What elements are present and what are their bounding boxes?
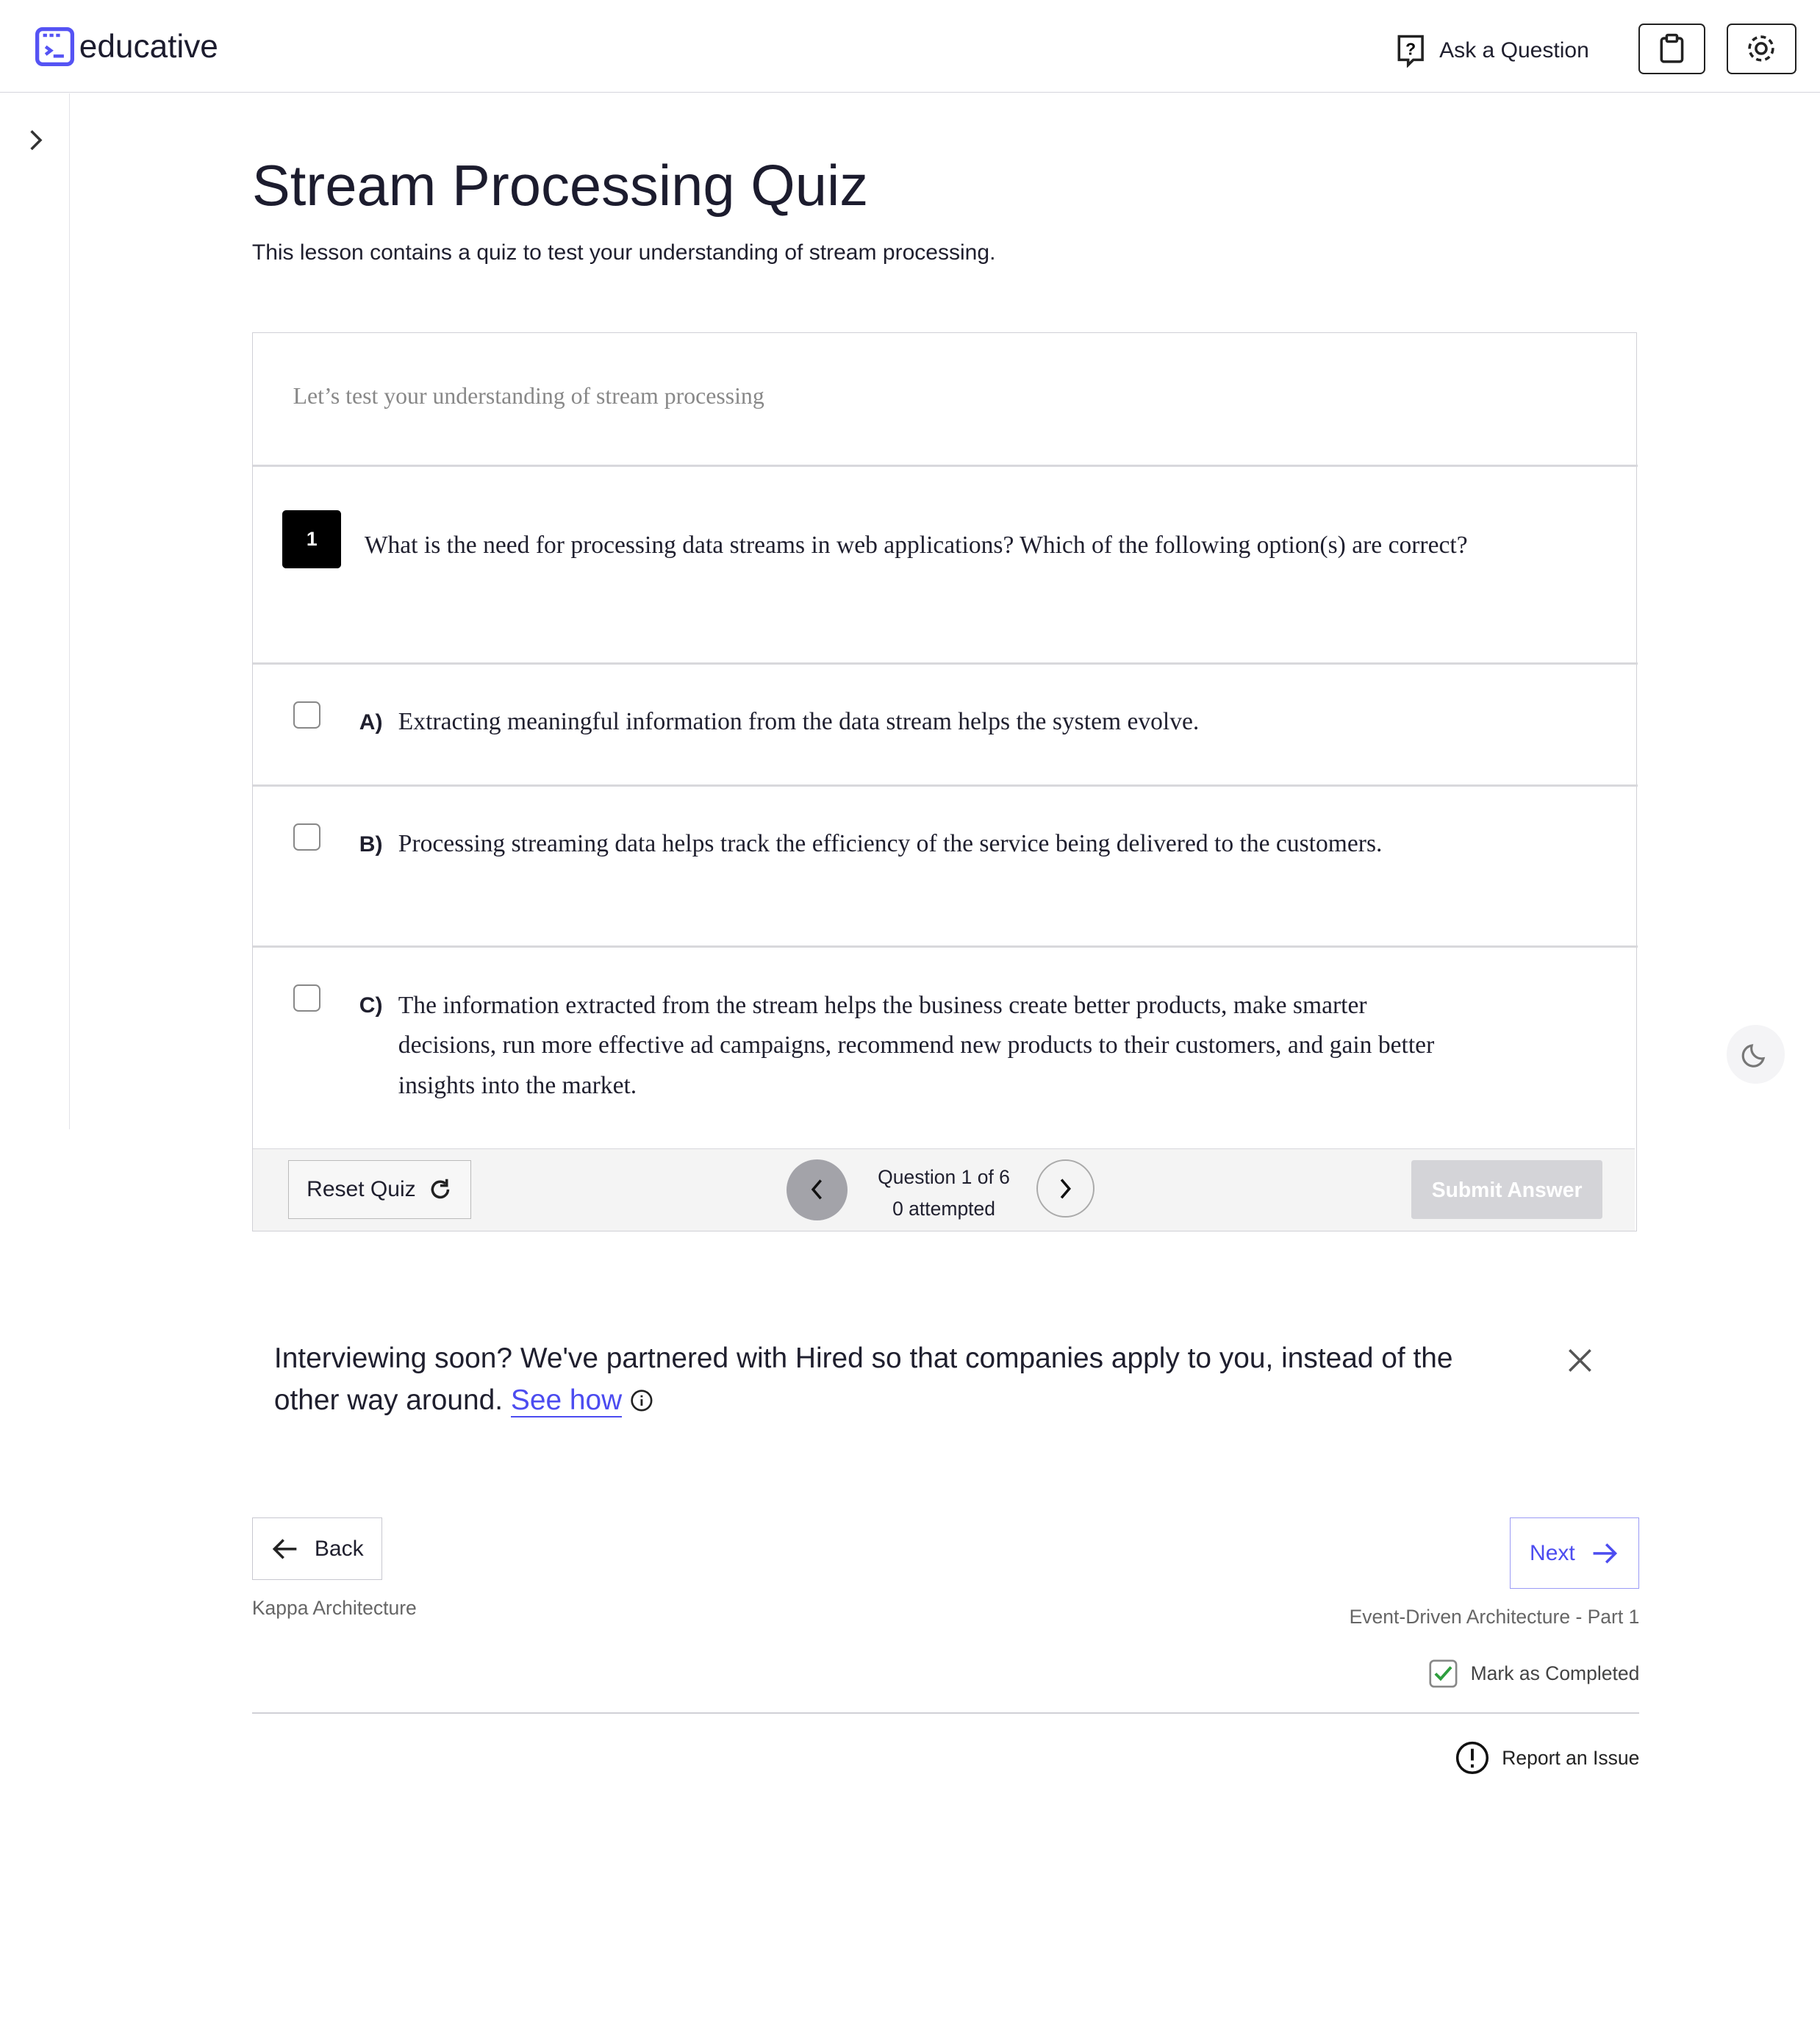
educative-logo-icon <box>35 27 74 67</box>
question-progress: Question 1 of 6 0 attempted <box>853 1162 1034 1224</box>
reset-quiz-label: Reset Quiz <box>307 1177 416 1202</box>
option-label: A) <box>359 709 383 734</box>
option-checkbox[interactable] <box>293 823 320 851</box>
expand-sidebar-button[interactable] <box>24 127 47 158</box>
option-text: Extracting meaningful information from t… <box>398 708 1200 736</box>
option-b[interactable]: B) Processing streaming data helps track… <box>253 787 1638 945</box>
logo[interactable]: educative <box>35 27 218 67</box>
svg-text:?: ? <box>1405 39 1416 58</box>
see-how-link[interactable]: See how <box>510 1384 623 1417</box>
clipboard-icon <box>1660 33 1684 63</box>
logo-text: educative <box>79 28 218 65</box>
report-issue-button[interactable]: Report an Issue <box>1455 1741 1640 1775</box>
chevron-right-icon <box>1060 1178 1071 1198</box>
next-question-button[interactable] <box>1036 1159 1095 1218</box>
back-button[interactable]: Back <box>251 1517 382 1581</box>
quiz-footer: Reset Quiz Question 1 of 6 0 attempted S… <box>252 1148 1636 1231</box>
gear-icon <box>1748 35 1775 62</box>
info-icon <box>631 1389 653 1412</box>
mark-completed[interactable]: Mark as Completed <box>1429 1659 1639 1688</box>
dark-mode-toggle[interactable] <box>1726 1025 1785 1084</box>
sidebar-divider <box>68 93 71 1129</box>
chevron-right-icon <box>30 130 43 151</box>
previous-question-button[interactable] <box>787 1159 848 1220</box>
close-promo-button[interactable] <box>1566 1346 1594 1380</box>
option-a[interactable]: A) Extracting meaningful information fro… <box>253 665 1638 784</box>
arrow-right-icon <box>1593 1543 1618 1564</box>
submit-answer-button[interactable]: Submit Answer <box>1411 1160 1603 1219</box>
next-button[interactable]: Next <box>1509 1517 1640 1590</box>
option-text: The information extracted from the strea… <box>398 991 1435 1100</box>
question-progress-label: Question 1 of 6 <box>878 1166 1010 1189</box>
question-number-badge: 1 <box>282 510 341 569</box>
attempted-count: 0 attempted <box>892 1197 996 1220</box>
refresh-icon <box>431 1179 450 1199</box>
page-subtitle: This lesson contains a quiz to test your… <box>251 240 996 265</box>
back-label: Back <box>314 1536 364 1561</box>
hired-promo: Interviewing soon? We've partnered with … <box>274 1338 1522 1421</box>
alert-icon <box>1455 1742 1488 1775</box>
ask-question-button[interactable]: ? Ask a Question <box>1395 34 1589 68</box>
ask-question-label: Ask a Question <box>1439 37 1589 62</box>
option-checkbox[interactable] <box>293 984 320 1012</box>
option-label: B) <box>359 832 383 857</box>
quiz-widget: Let’s test your understanding of stream … <box>251 332 1638 1232</box>
question-text: What is the need for processing data str… <box>364 531 1468 559</box>
option-checkbox[interactable] <box>293 701 320 729</box>
close-icon <box>1568 1348 1591 1372</box>
option-label: C) <box>359 993 383 1018</box>
option-text: Processing streaming data helps track th… <box>398 830 1383 858</box>
top-header: educative ? Ask a Question <box>0 0 1820 93</box>
previous-lesson-title[interactable]: Kappa Architecture <box>252 1597 417 1620</box>
divider <box>252 464 1638 468</box>
chevron-left-icon <box>812 1179 823 1200</box>
settings-button[interactable] <box>1726 23 1797 74</box>
arrow-left-icon <box>272 1539 297 1559</box>
report-issue-label: Report an Issue <box>1502 1746 1640 1769</box>
clipboard-button[interactable] <box>1638 23 1706 74</box>
next-lesson-title[interactable]: Event-Driven Architecture - Part 1 <box>1350 1606 1640 1628</box>
promo-text: Interviewing soon? We've partnered with … <box>273 1342 1453 1416</box>
option-c[interactable]: C) The information extracted from the st… <box>253 948 1638 1148</box>
reset-quiz-button[interactable]: Reset Quiz <box>287 1160 471 1219</box>
next-label: Next <box>1530 1540 1575 1565</box>
divider <box>251 1712 1640 1715</box>
moon-icon <box>1741 1043 1766 1068</box>
page-title: Stream Processing Quiz <box>251 154 869 218</box>
quiz-intro: Let’s test your understanding of stream … <box>293 382 764 409</box>
checkbox-checked-icon[interactable] <box>1429 1659 1458 1688</box>
question-icon: ? <box>1397 35 1424 68</box>
mark-completed-label: Mark as Completed <box>1470 1662 1640 1684</box>
